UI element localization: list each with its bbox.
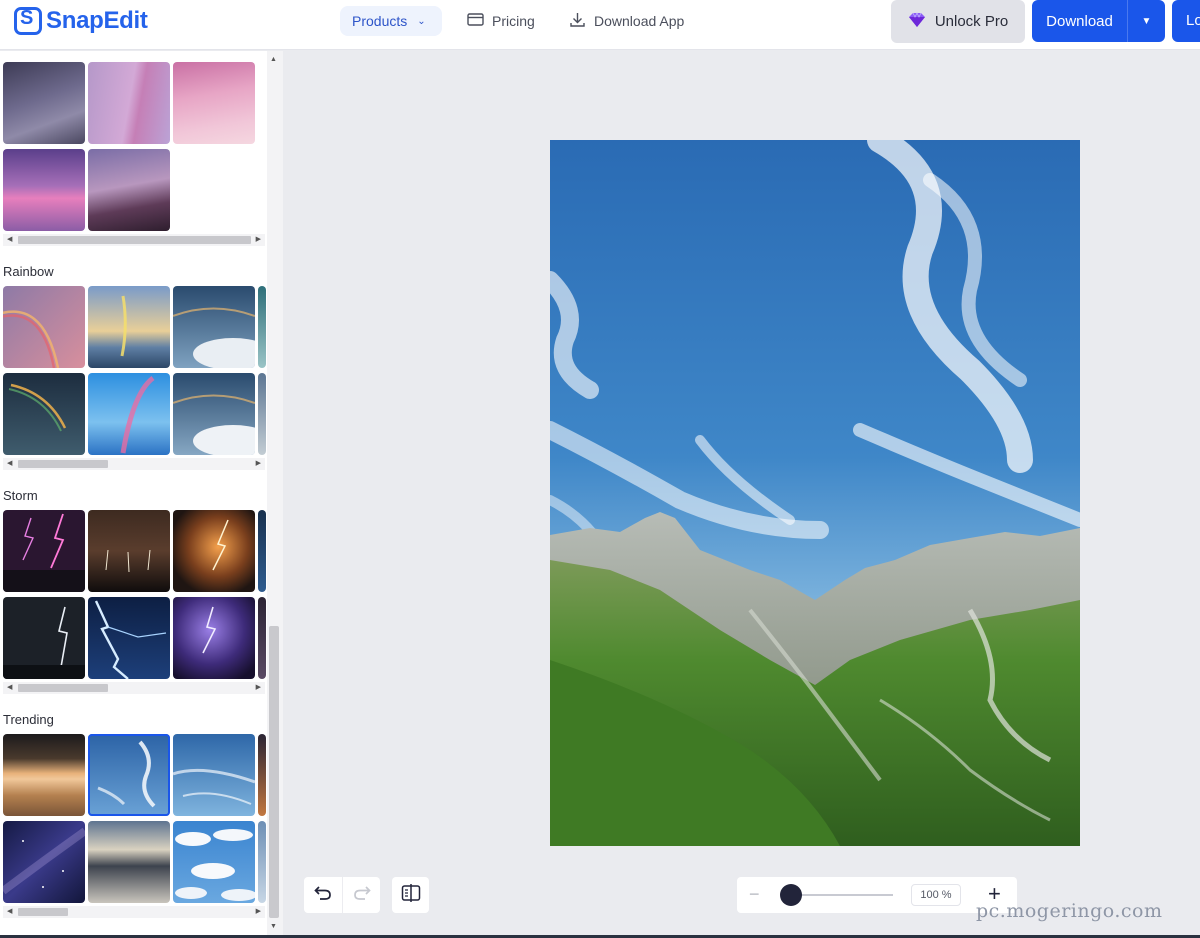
scroll-down-icon[interactable]: ▼: [270, 923, 277, 930]
undo-button[interactable]: [304, 877, 342, 913]
sky-thumbnail[interactable]: [3, 821, 85, 903]
section-title-storm: Storm: [3, 488, 38, 503]
sky-thumbnail[interactable]: [88, 373, 170, 455]
editor-canvas: − 100 % +: [283, 51, 1200, 938]
scrollbar-thumb[interactable]: [18, 908, 68, 916]
sky-thumbnail[interactable]: [3, 734, 85, 816]
sky-thumbnail[interactable]: [3, 597, 85, 679]
scroll-right-icon[interactable]: ▶: [256, 682, 261, 694]
scroll-left-icon[interactable]: ◀: [7, 234, 12, 246]
scroll-up-icon[interactable]: ▲: [270, 56, 277, 63]
zoom-slider-track[interactable]: [791, 894, 893, 896]
zoom-out-button[interactable]: −: [749, 884, 760, 905]
watermark-text: pc.mogeringo.com: [976, 900, 1163, 922]
scrollbar-thumb[interactable]: [18, 236, 251, 244]
sky-thumbnail[interactable]: [3, 373, 85, 455]
sky-thumbnail[interactable]: [88, 597, 170, 679]
undo-icon: [314, 885, 332, 906]
sky-thumbnail[interactable]: [173, 734, 255, 816]
section-title-rainbow: Rainbow: [3, 264, 54, 279]
nav-pricing[interactable]: Pricing: [467, 6, 535, 36]
history-controls: [304, 877, 380, 913]
sky-thumbnail[interactable]: [173, 510, 255, 592]
download-label: Download: [1046, 12, 1113, 30]
chevron-down-icon: ⌄: [417, 15, 426, 27]
horizontal-scrollbar[interactable]: ◀ ▶: [3, 458, 265, 470]
horizontal-scrollbar[interactable]: ◀ ▶: [3, 234, 265, 246]
scrollbar-thumb[interactable]: [18, 460, 108, 468]
sky-thumbnail[interactable]: [173, 62, 255, 144]
scroll-left-icon[interactable]: ◀: [7, 682, 12, 694]
sky-thumbnail[interactable]: [88, 62, 170, 144]
logo-icon: [14, 7, 42, 35]
login-button[interactable]: Lo: [1172, 0, 1200, 42]
sky-thumbnail[interactable]: [88, 286, 170, 368]
sky-thumbnail[interactable]: [173, 286, 255, 368]
caret-down-icon[interactable]: ▼: [1128, 16, 1165, 27]
zoom-percentage: 100 %: [911, 884, 961, 906]
sky-thumbnail[interactable]: [3, 510, 85, 592]
sky-thumbnail[interactable]: [258, 734, 266, 816]
scroll-left-icon[interactable]: ◀: [7, 458, 12, 470]
sky-thumbnail[interactable]: [3, 149, 85, 231]
sky-thumbnail[interactable]: [258, 510, 266, 592]
sky-thumbnail-selected[interactable]: [88, 734, 170, 816]
nav-products[interactable]: Products ⌄: [340, 6, 442, 36]
brand-name: SnapEdit: [46, 7, 148, 34]
nav-download-app-label: Download App: [594, 13, 685, 29]
sky-thumbnail[interactable]: [88, 149, 170, 231]
unlock-pro-label: Unlock Pro: [934, 13, 1009, 30]
nav-download-app[interactable]: Download App: [569, 6, 684, 36]
top-bar: SnapEdit Products ⌄ Pricing Download App…: [0, 0, 1200, 50]
sky-thumbnail[interactable]: [173, 821, 255, 903]
sky-thumbnail[interactable]: [3, 286, 85, 368]
vertical-scrollbar[interactable]: ▲ ▼: [267, 51, 283, 938]
sky-thumbnail[interactable]: [88, 821, 170, 903]
zoom-slider-handle[interactable]: [780, 884, 802, 906]
sky-thumbnail[interactable]: [258, 821, 266, 903]
sky-preset-panel: ◀ ▶ Rainbow ◀ ▶ Storm ◀ ▶ Trending ◀ ▶ ▲…: [0, 51, 283, 938]
sky-thumbnail[interactable]: [258, 286, 266, 368]
download-button[interactable]: Download ▼: [1032, 0, 1165, 42]
compare-icon: [401, 883, 421, 907]
unlock-pro-button[interactable]: Unlock Pro: [891, 0, 1025, 43]
sky-thumbnail[interactable]: [173, 373, 255, 455]
gem-icon: [908, 11, 926, 32]
sky-thumbnail[interactable]: [88, 510, 170, 592]
horizontal-scrollbar[interactable]: ◀ ▶: [3, 906, 265, 918]
sky-thumbnail[interactable]: [3, 62, 85, 144]
edited-photo[interactable]: [550, 140, 1080, 846]
scrollbar-thumb[interactable]: [18, 684, 108, 692]
pricing-card-icon: [467, 13, 484, 29]
nav-pricing-label: Pricing: [492, 13, 535, 29]
scrollbar-thumb[interactable]: [269, 626, 279, 918]
sky-thumbnail[interactable]: [258, 373, 266, 455]
zoom-control: − 100 % +: [737, 877, 1017, 913]
scroll-right-icon[interactable]: ▶: [256, 906, 261, 918]
scroll-right-icon[interactable]: ▶: [256, 234, 261, 246]
sky-thumbnail[interactable]: [173, 597, 255, 679]
redo-icon: [353, 885, 371, 906]
nav-products-label: Products: [352, 13, 408, 29]
section-title-trending: Trending: [3, 712, 54, 727]
download-icon: [569, 11, 586, 31]
horizontal-scrollbar[interactable]: ◀ ▶: [3, 682, 265, 694]
redo-button[interactable]: [342, 877, 380, 913]
scroll-right-icon[interactable]: ▶: [256, 458, 261, 470]
compare-button[interactable]: [392, 877, 429, 913]
scroll-left-icon[interactable]: ◀: [7, 906, 12, 918]
brand-logo[interactable]: SnapEdit: [14, 6, 148, 36]
sky-thumbnail[interactable]: [258, 597, 266, 679]
